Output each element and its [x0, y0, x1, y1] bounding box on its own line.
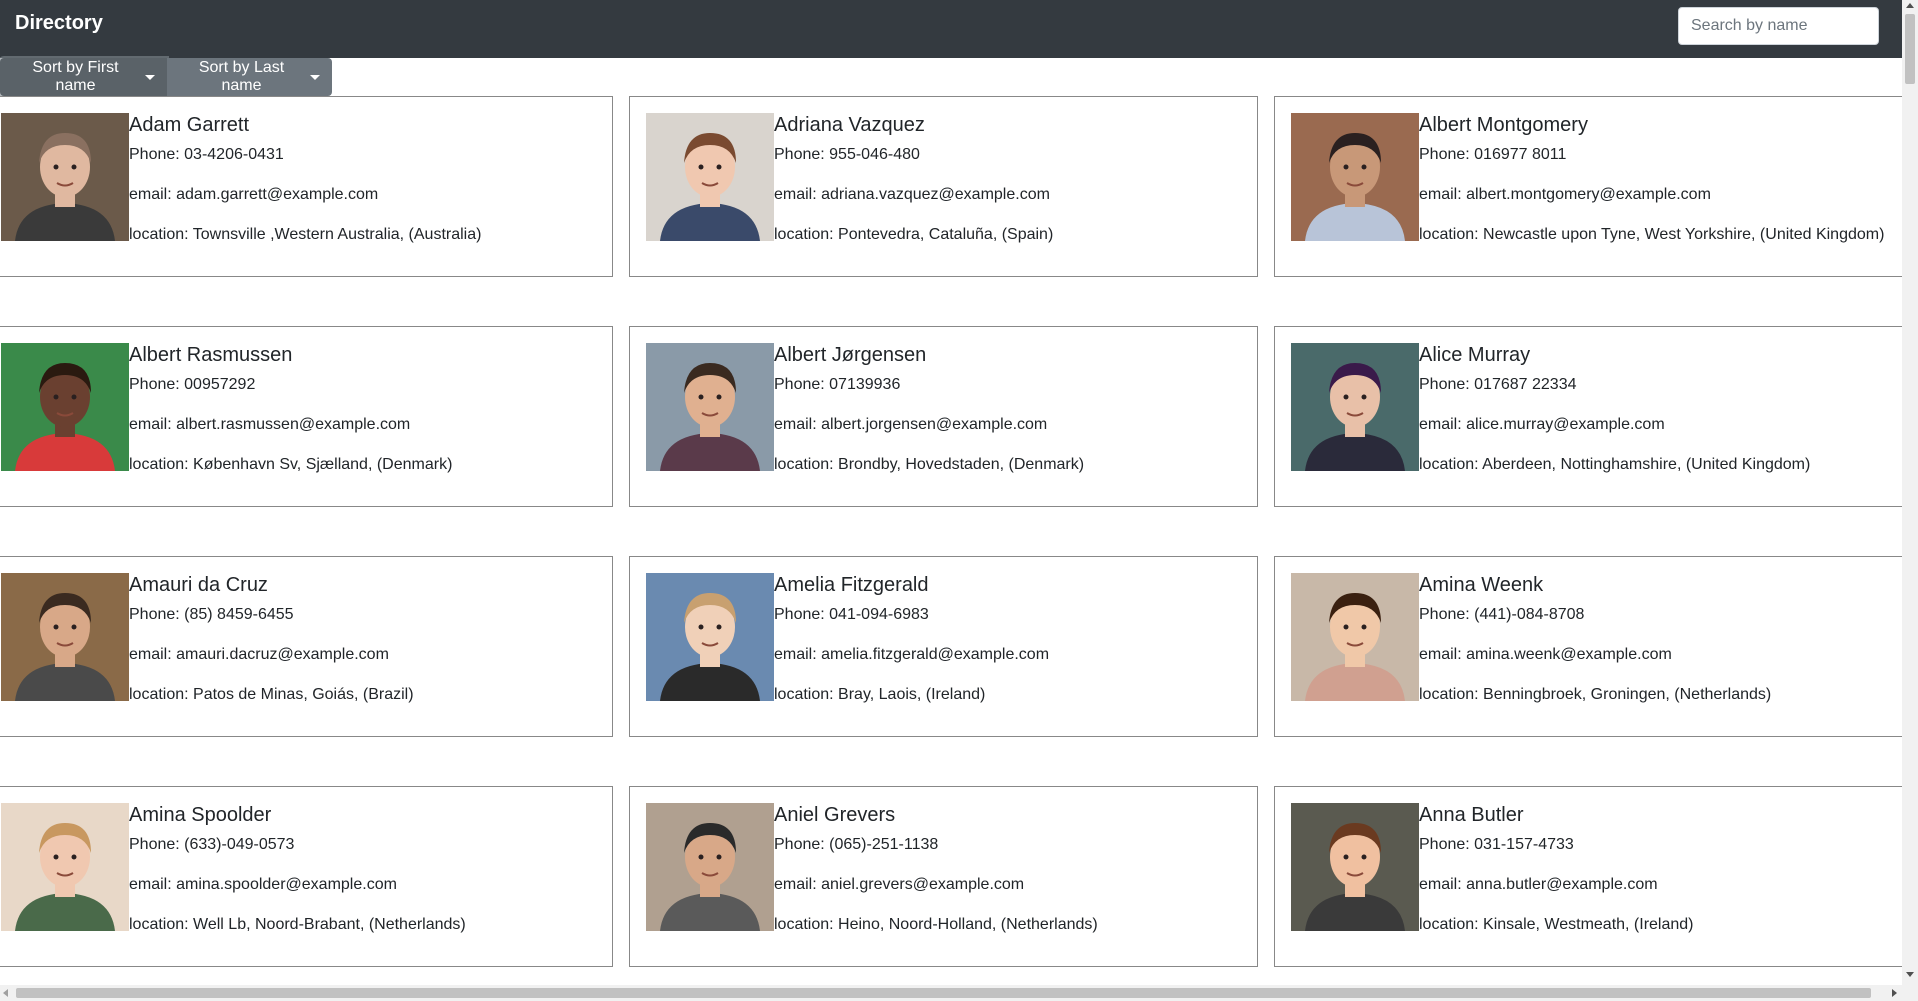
person-phone: Phone: 03-4206-0431: [129, 146, 284, 163]
sort-first-name-label: Sort by First name: [32, 59, 119, 94]
horizontal-scroll-thumb[interactable]: [16, 988, 1871, 998]
horizontal-scrollbar[interactable]: [0, 985, 1902, 1001]
person-card: Albert Jørgensen Phone: 07139936 email: al…: [629, 326, 1258, 507]
person-email: email: anna.butler@example.com: [1419, 876, 1658, 893]
person-email: email: albert.montgomery@example.com: [1419, 186, 1711, 203]
person-photo: [1, 573, 129, 701]
person-photo: [1, 803, 129, 931]
person-name: Aniel Grevers: [774, 804, 896, 826]
person-phone: Phone: (441)-084-8708: [1419, 606, 1585, 623]
person-location: location: Benningbroek, Groningen, (Neth…: [1419, 686, 1772, 703]
person-photo: [1291, 803, 1419, 931]
person-location: location: Patos de Minas, Goiás, (Brazil…: [129, 686, 414, 703]
person-card: Amina Weenk Phone: (441)-084-8708 email: a…: [1274, 556, 1903, 737]
person-email: email: amina.weenk@example.com: [1419, 646, 1672, 663]
person-card: Albert Montgomery Phone: 016977 8011 email…: [1274, 96, 1903, 277]
person-name: Alice Murray: [1419, 344, 1531, 366]
person-phone: Phone: (065)-251-1138: [774, 836, 939, 853]
person-photo: [1, 113, 129, 241]
person-email: email: alice.murray@example.com: [1419, 416, 1665, 433]
sort-first-name-button[interactable]: Sort by First name: [0, 58, 167, 96]
vertical-scroll-thumb[interactable]: [1905, 14, 1915, 84]
person-card: Amina Spoolder Phone: (633)-049-0573 email…: [0, 786, 613, 967]
person-name: Albert Jørgensen: [774, 344, 927, 366]
person-photo: [1291, 343, 1419, 471]
person-name: Anna Butler: [1419, 804, 1524, 826]
person-location: location: Townsville ,Western Australia,…: [129, 226, 482, 243]
person-email: email: albert.jorgensen@example.com: [774, 416, 1048, 433]
person-name: Amauri da Cruz: [129, 574, 268, 596]
person-phone: Phone: 041-094-6983: [774, 606, 929, 623]
person-email: email: aniel.grevers@example.com: [774, 876, 1025, 893]
person-card: Amelia Fitzgerald Phone: 041-094-6983 emai…: [629, 556, 1258, 737]
person-card: Anna Butler Phone: 031-157-4733 email: ann…: [1274, 786, 1903, 967]
person-card: Aniel Grevers Phone: (065)-251-1138 email:…: [629, 786, 1258, 967]
scroll-left-arrow-icon[interactable]: [3, 989, 8, 997]
person-photo: [646, 573, 774, 701]
person-photo: [646, 803, 774, 931]
person-card: Albert Rasmussen Phone: 00957292 email: al…: [0, 326, 613, 507]
person-location: location: Well Lb, Noord-Brabant, (Nethe…: [129, 916, 466, 933]
person-name: Amina Weenk: [1419, 574, 1544, 596]
person-card: Adriana Vazquez Phone: 955-046-480 email: …: [629, 96, 1258, 277]
person-phone: Phone: 955-046-480: [774, 146, 920, 163]
person-location: location: Pontevedra, Cataluña, (Spain): [774, 226, 1054, 243]
person-name: Amina Spoolder: [129, 804, 272, 826]
vertical-scrollbar[interactable]: [1902, 0, 1918, 1001]
person-photo: [1, 343, 129, 471]
person-email: email: albert.rasmussen@example.com: [129, 416, 411, 433]
person-name: Adriana Vazquez: [774, 114, 925, 136]
person-card: Amauri da Cruz Phone: (85) 8459-6455 email…: [0, 556, 613, 737]
sort-last-name-button[interactable]: Sort by Last name: [167, 58, 332, 96]
person-location: location: Aberdeen, Nottinghamshire, (Un…: [1419, 456, 1811, 473]
navbar: Directory: [0, 0, 1902, 58]
person-photo: [646, 113, 774, 241]
caret-down-icon: [310, 74, 320, 80]
sort-last-name-label: Sort by Last name: [198, 59, 285, 94]
scroll-right-arrow-icon[interactable]: [1892, 989, 1897, 997]
search-input[interactable]: [1678, 7, 1879, 45]
person-location: location: Kinsale, Westmeath, (Ireland): [1419, 916, 1694, 933]
person-phone: Phone: (85) 8459-6455: [129, 606, 294, 623]
person-name: Albert Rasmussen: [129, 344, 293, 366]
person-location: location: Brondby, Hovedstaden, (Denmark…: [774, 456, 1085, 473]
person-email: email: adam.garrett@example.com: [129, 186, 379, 203]
person-phone: Phone: 00957292: [129, 376, 256, 393]
person-email: email: adriana.vazquez@example.com: [774, 186, 1050, 203]
person-location: location: Heino, Noord-Holland, (Netherl…: [774, 916, 1098, 933]
caret-down-icon: [145, 74, 155, 80]
person-phone: Phone: 07139936: [774, 376, 901, 393]
brand-title[interactable]: Directory: [15, 12, 103, 35]
scroll-up-arrow-icon[interactable]: [1906, 3, 1914, 8]
person-location: location: Newcastle upon Tyne, West York…: [1419, 226, 1885, 243]
person-email: email: amauri.dacruz@example.com: [129, 646, 389, 663]
person-photo: [1291, 573, 1419, 701]
person-photo: [646, 343, 774, 471]
person-card: Adam Garrett Phone: 03-4206-0431 email: ad…: [0, 96, 613, 277]
person-name: Amelia Fitzgerald: [774, 574, 929, 596]
person-location: location: København Sv, Sjælland, (Denma…: [129, 456, 453, 473]
person-name: Albert Montgomery: [1419, 114, 1588, 136]
person-location: location: Bray, Laois, (Ireland): [774, 686, 986, 703]
person-email: email: amina.spoolder@example.com: [129, 876, 397, 893]
person-card: Alice Murray Phone: 017687 22334 email: al…: [1274, 326, 1903, 507]
person-name: Adam Garrett: [129, 114, 250, 136]
person-email: email: amelia.fitzgerald@example.com: [774, 646, 1050, 663]
person-phone: Phone: 031-157-4733: [1419, 836, 1574, 853]
person-phone: Phone: 017687 22334: [1419, 376, 1577, 393]
person-phone: Phone: 016977 8011: [1419, 146, 1567, 163]
person-photo: [1291, 113, 1419, 241]
person-phone: Phone: (633)-049-0573: [129, 836, 295, 853]
scroll-down-arrow-icon[interactable]: [1906, 972, 1914, 977]
